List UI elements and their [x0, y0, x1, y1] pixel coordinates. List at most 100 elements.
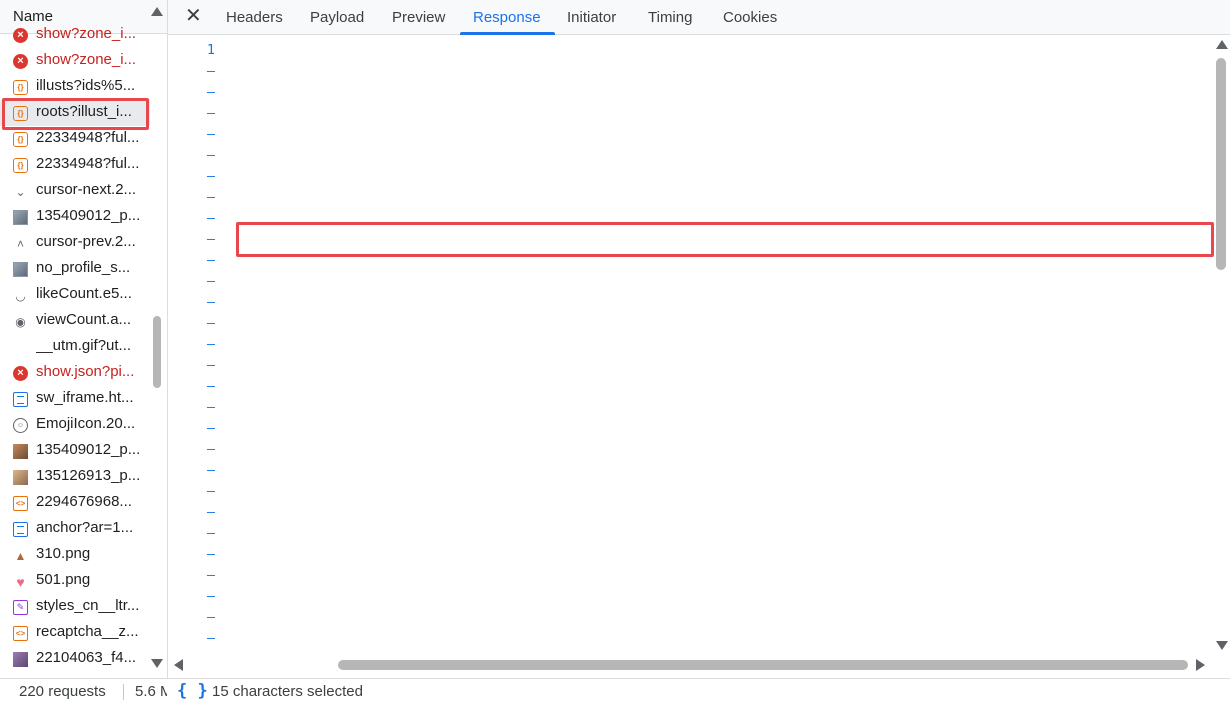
- request-row[interactable]: 22104063_f4...: [0, 646, 150, 672]
- request-row[interactable]: 135126913_p...: [0, 464, 150, 490]
- request-row[interactable]: ▲ 310.png: [0, 542, 150, 568]
- request-name: 22334948?ful...: [36, 155, 140, 172]
- request-row[interactable]: × show?zone_i...: [0, 48, 150, 74]
- request-name: cursor-prev.2...: [36, 233, 136, 250]
- request-row[interactable]: × show?zone_i...: [0, 22, 150, 48]
- document-icon: [13, 392, 28, 407]
- scroll-up-arrow-icon[interactable]: [1216, 40, 1228, 49]
- smile-icon: ◡: [15, 288, 26, 303]
- collapsed-line-marker: –: [206, 189, 216, 205]
- request-row[interactable]: ˄ cursor-prev.2...: [0, 230, 150, 256]
- request-name: viewCount.a...: [36, 311, 132, 328]
- collapsed-line-marker: –: [206, 609, 216, 625]
- collapsed-line-marker: –: [206, 504, 216, 520]
- emoji-icon: ☺: [13, 418, 28, 433]
- collapsed-line-marker: –: [206, 546, 216, 562]
- request-row[interactable]: 135409012_p...: [0, 204, 150, 230]
- collapsed-line-marker: –: [206, 147, 216, 163]
- chevron-down-icon: ⌄: [15, 184, 26, 199]
- request-row[interactable]: ☺ EmojiIcon.20...: [0, 412, 150, 438]
- collapsed-line-marker: –: [206, 126, 216, 142]
- scroll-down-arrow-icon[interactable]: [1216, 641, 1228, 650]
- request-row[interactable]: ♥ 501.png: [0, 568, 150, 594]
- request-name: sw_iframe.ht...: [36, 389, 134, 406]
- request-row[interactable]: {} roots?illust_i...: [0, 100, 150, 126]
- request-row[interactable]: <> recaptcha__z...: [0, 620, 150, 646]
- request-name: show?zone_i...: [36, 25, 137, 42]
- request-name: anchor?ar=1...: [36, 519, 134, 536]
- request-row[interactable]: ⌄ cursor-next.2...: [0, 178, 150, 204]
- document-icon: [13, 522, 28, 537]
- request-name: 135409012_p...: [36, 207, 141, 224]
- collapsed-line-marker: –: [206, 273, 216, 289]
- request-row[interactable]: ◉ viewCount.a...: [0, 308, 150, 334]
- request-row[interactable]: ◡ likeCount.e5...: [0, 282, 150, 308]
- request-row[interactable]: {} 22334948?ful...: [0, 152, 150, 178]
- tab-headers[interactable]: Headers: [226, 9, 283, 26]
- image-icon: [13, 262, 28, 277]
- request-row[interactable]: <> 2294676968...: [0, 490, 150, 516]
- tab-payload[interactable]: Payload: [310, 9, 364, 26]
- collapsed-line-marker: –: [206, 210, 216, 226]
- sort-arrow-icon[interactable]: [151, 7, 163, 16]
- collapsed-line-marker: –: [206, 336, 216, 352]
- collapsed-line-marker: –: [206, 420, 216, 436]
- tab-initiator[interactable]: Initiator: [567, 9, 616, 26]
- transfer-size: 5.6 MB: [135, 683, 167, 700]
- collapsed-line-marker: –: [206, 378, 216, 394]
- request-row[interactable]: __utm.gif?ut...: [0, 334, 150, 360]
- request-name: 22104063_f4...: [36, 649, 137, 666]
- request-name: 2294676968...: [36, 493, 132, 510]
- request-name: likeCount.e5...: [36, 285, 132, 302]
- vertical-scrollbar[interactable]: [1216, 58, 1226, 270]
- close-icon[interactable]: ✕: [185, 6, 202, 26]
- json-icon: {}: [13, 106, 28, 121]
- tab-response[interactable]: Response: [473, 9, 541, 26]
- scroll-down-arrow-icon[interactable]: [151, 659, 163, 668]
- tab-preview[interactable]: Preview: [392, 9, 445, 26]
- scroll-left-arrow-icon[interactable]: [174, 659, 183, 671]
- request-row[interactable]: ✎ styles_cn__ltr...: [0, 594, 150, 620]
- request-name: 501.png: [36, 571, 91, 588]
- error-icon: ×: [13, 366, 28, 381]
- horizontal-scrollbar[interactable]: [338, 660, 1188, 670]
- collapsed-line-marker: –: [206, 525, 216, 541]
- request-row[interactable]: {} illusts?ids%5...: [0, 74, 150, 100]
- request-name: styles_cn__ltr...: [36, 597, 140, 614]
- request-count: 220 requests: [19, 683, 106, 700]
- highlighted-url-box: [236, 222, 1214, 257]
- pretty-print-icon[interactable]: { }: [177, 681, 208, 701]
- status-divider: [123, 684, 124, 700]
- response-body[interactable]: 1––––––––––––––––––––––––––––– Id": "771…: [168, 36, 1214, 656]
- request-row[interactable]: × show.json?pi...: [0, 360, 150, 386]
- collapsed-line-marker: –: [206, 462, 216, 478]
- collapsed-line-marker: –: [206, 84, 216, 100]
- request-list: × show?zone_i... × show?zone_i... {} illusts?…: [0, 22, 150, 672]
- request-list-scrollbar[interactable]: [153, 316, 161, 388]
- collapsed-line-marker: –: [204, 651, 218, 656]
- json-icon: {}: [13, 80, 28, 95]
- tab-timing[interactable]: Timing: [648, 9, 692, 26]
- image-icon: [13, 470, 28, 485]
- request-name: __utm.gif?ut...: [36, 337, 132, 354]
- blank-icon: [13, 340, 28, 355]
- poop-icon: ▲: [14, 548, 27, 563]
- error-icon: ×: [13, 28, 28, 43]
- collapsed-line-marker: –: [206, 483, 216, 499]
- request-row[interactable]: anchor?ar=1...: [0, 516, 150, 542]
- image-icon: [13, 652, 28, 667]
- request-row[interactable]: sw_iframe.ht...: [0, 386, 150, 412]
- request-row[interactable]: {} 22334948?ful...: [0, 126, 150, 152]
- json-icon: {}: [13, 158, 28, 173]
- request-row[interactable]: no_profile_s...: [0, 256, 150, 282]
- tab-cookies[interactable]: Cookies: [723, 9, 777, 26]
- request-row[interactable]: 135409012_p...: [0, 438, 150, 464]
- collapsed-line-marker: –: [206, 588, 216, 604]
- request-name: 135409012_p...: [36, 441, 141, 458]
- scroll-right-arrow-icon[interactable]: [1196, 659, 1205, 671]
- request-name: roots?illust_i...: [36, 103, 132, 120]
- status-bar: 220 requests 5.6 MB { } 15 characters se…: [0, 678, 1230, 701]
- request-name: EmojiIcon.20...: [36, 415, 136, 432]
- collapsed-line-marker: –: [206, 231, 216, 247]
- image-icon: [13, 444, 28, 459]
